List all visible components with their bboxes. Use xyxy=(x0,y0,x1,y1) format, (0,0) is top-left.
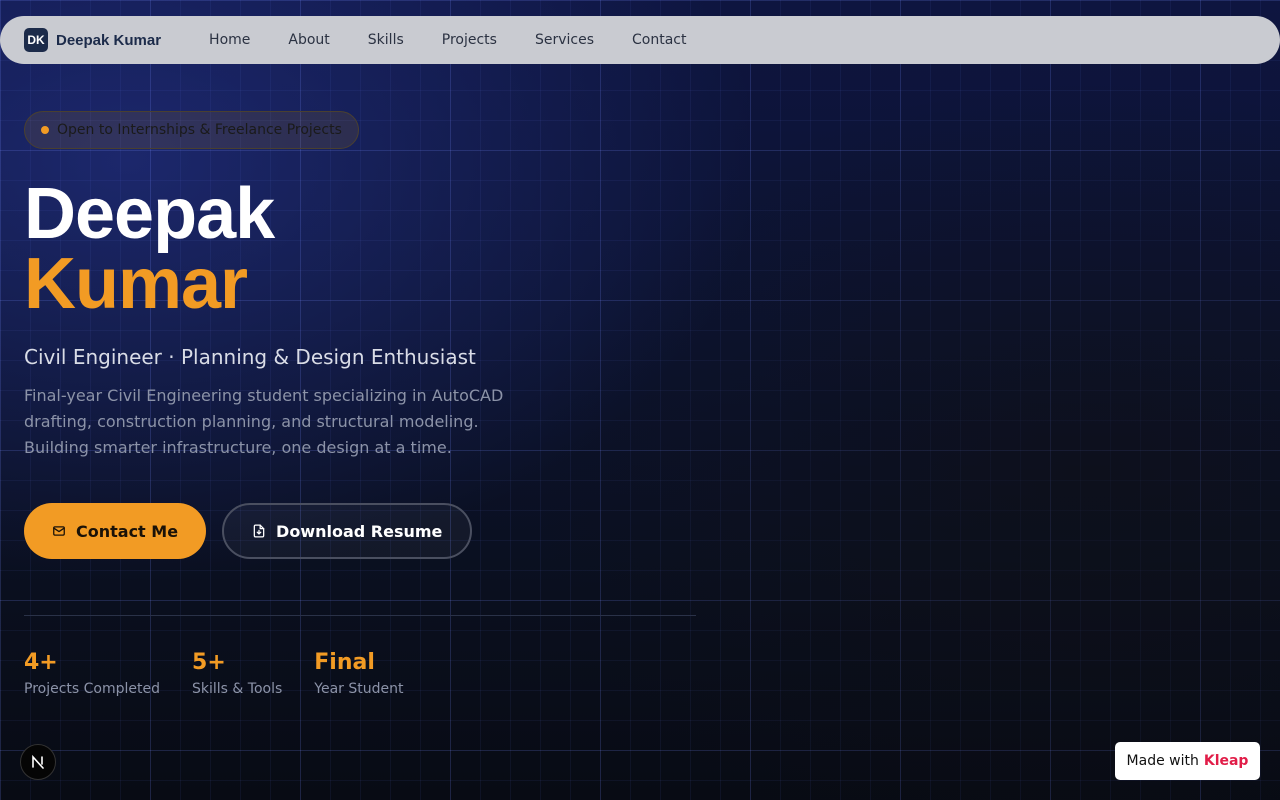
stat-label: Year Student xyxy=(314,681,404,697)
hero-actions: Contact Me Download Resume xyxy=(24,503,704,559)
made-with-kleap-badge[interactable]: Made with Kleap xyxy=(1115,742,1260,780)
nav-link-skills[interactable]: Skills xyxy=(368,32,404,48)
stat-label: Projects Completed xyxy=(24,681,161,697)
availability-pill: Open to Internships & Freelance Projects xyxy=(24,111,359,149)
hero-first-name: Deepak xyxy=(24,174,275,254)
nav-link-services[interactable]: Services xyxy=(535,32,594,48)
logo-badge[interactable]: DK xyxy=(24,28,48,52)
stat-value: 5+ xyxy=(192,650,226,675)
hero-last-name: Kumar xyxy=(24,244,248,324)
nav-link-projects[interactable]: Projects xyxy=(442,32,497,48)
contact-me-label: Contact Me xyxy=(76,521,179,541)
file-download-icon xyxy=(253,524,265,538)
nav-links: Home About Skills Projects Services Cont… xyxy=(209,32,724,48)
contact-me-button[interactable]: Contact Me xyxy=(24,503,207,559)
stat-year: Final Year Student xyxy=(314,650,403,697)
stat-skills: 5+ Skills & Tools xyxy=(192,650,282,697)
nextjs-devtools-button[interactable] xyxy=(20,744,56,780)
n-logo-icon xyxy=(32,754,44,769)
status-dot-icon xyxy=(41,126,49,134)
hero-section: Open to Internships & Freelance Projects… xyxy=(24,111,704,697)
hero-tagline: Civil Engineer · Planning & Design Enthu… xyxy=(24,345,476,369)
availability-text: Open to Internships & Freelance Projects xyxy=(57,122,342,138)
stats-row: 4+ Projects Completed 5+ Skills & Tools … xyxy=(24,650,704,697)
nav-link-about[interactable]: About xyxy=(288,32,329,48)
nav-link-home[interactable]: Home xyxy=(209,32,250,48)
logo-name[interactable]: Deepak Kumar xyxy=(56,32,161,49)
stats-divider xyxy=(24,615,696,616)
stat-label: Skills & Tools xyxy=(192,681,283,697)
made-with-text: Made with xyxy=(1126,753,1199,769)
hero-description: Final-year Civil Engineering student spe… xyxy=(24,386,504,457)
mail-icon xyxy=(53,526,65,536)
top-navbar: DK Deepak Kumar Home About Skills Projec… xyxy=(0,16,1280,64)
kleap-brand-text: Kleap xyxy=(1203,753,1249,769)
stat-value: 4+ xyxy=(24,650,58,675)
download-resume-button[interactable]: Download Resume xyxy=(222,503,473,559)
download-resume-label: Download Resume xyxy=(276,521,443,541)
nav-link-contact[interactable]: Contact xyxy=(632,32,686,48)
stat-projects: 4+ Projects Completed xyxy=(24,650,160,697)
stat-value: Final xyxy=(314,650,375,675)
